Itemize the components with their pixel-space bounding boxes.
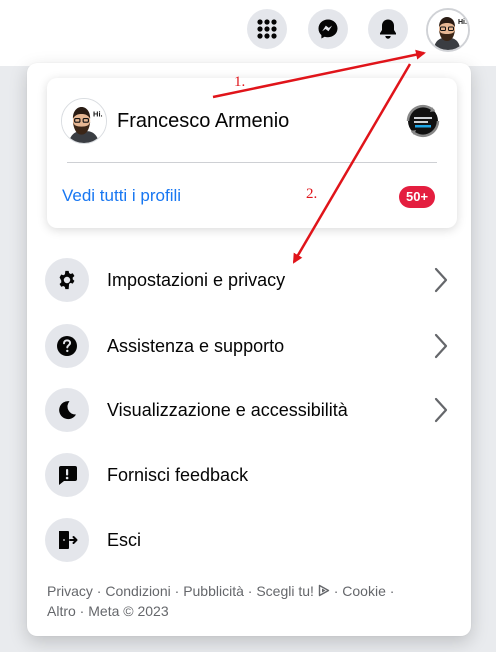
top-navigation-bar: Hi. — [0, 0, 496, 66]
chevron-right-icon — [434, 397, 448, 423]
menu-item-label: Assistenza e supporto — [107, 335, 285, 356]
page-logo-icon — [406, 104, 440, 138]
footer-link-ad-choices[interactable]: Scegli tu! — [256, 583, 330, 599]
footer-links: Privacy · Condizioni · Pubblicità · Sceg… — [47, 583, 395, 619]
profiles-count-badge: 50+ — [399, 186, 436, 208]
see-all-profiles-link[interactable]: Vedi tutti i profili — [62, 186, 181, 206]
menu-item-label: Fornisci feedback — [107, 464, 249, 485]
footer-copyright: Meta © 2023 — [88, 603, 169, 619]
menu-item-label: Impostazioni e privacy — [107, 269, 286, 290]
avatar-text: Hi. — [458, 19, 467, 26]
menu-item-display-accessibility[interactable]: Visualizzazione e accessibilità — [45, 385, 455, 435]
profile-row[interactable]: Hi. Francesco Armenio — [61, 98, 443, 144]
footer-link-cookie[interactable]: Cookie — [342, 583, 386, 599]
bell-icon — [380, 19, 396, 39]
menu-item-label: Esci — [107, 529, 142, 550]
account-avatar-button[interactable]: Hi. — [426, 8, 470, 52]
card-divider — [67, 162, 437, 163]
footer-link-more[interactable]: Altro — [47, 603, 76, 619]
page-switch-logo[interactable] — [403, 101, 443, 141]
profile-card: Hi. Francesco Armenio Vedi tutti i profi… — [47, 78, 457, 228]
help-icon — [57, 336, 77, 356]
menu-button[interactable] — [247, 9, 287, 49]
ad-choices-icon — [318, 584, 330, 597]
moon-icon — [59, 401, 76, 420]
feedback-icon — [59, 466, 77, 485]
avatar: Hi. — [428, 10, 468, 50]
chevron-right-icon — [434, 333, 448, 359]
menu-item-give-feedback[interactable]: Fornisci feedback — [45, 450, 455, 500]
menu-item-label: Visualizzazione e accessibilità — [107, 399, 348, 420]
avatar: Hi. — [61, 98, 107, 144]
messenger-button[interactable] — [308, 9, 348, 49]
grid-menu-icon — [257, 19, 277, 39]
notifications-button[interactable] — [368, 9, 408, 49]
avatar-text: Hi. — [93, 109, 103, 118]
messenger-icon — [318, 19, 338, 39]
gear-icon — [59, 270, 75, 290]
chevron-right-icon — [434, 267, 448, 293]
account-dropdown-menu: Hi. Francesco Armenio Vedi tutti i profi… — [27, 63, 471, 636]
footer-link-ads[interactable]: Pubblicità — [183, 583, 244, 599]
footer-link-privacy[interactable]: Privacy — [47, 583, 93, 599]
menu-item-help-support[interactable]: Assistenza e supporto — [45, 321, 455, 371]
logout-icon — [59, 531, 78, 549]
profile-name: Francesco Armenio — [117, 109, 290, 132]
footer-link-terms[interactable]: Condizioni — [105, 583, 170, 599]
menu-item-settings-privacy[interactable]: Impostazioni e privacy — [45, 255, 455, 305]
menu-item-logout[interactable]: Esci — [45, 515, 455, 565]
